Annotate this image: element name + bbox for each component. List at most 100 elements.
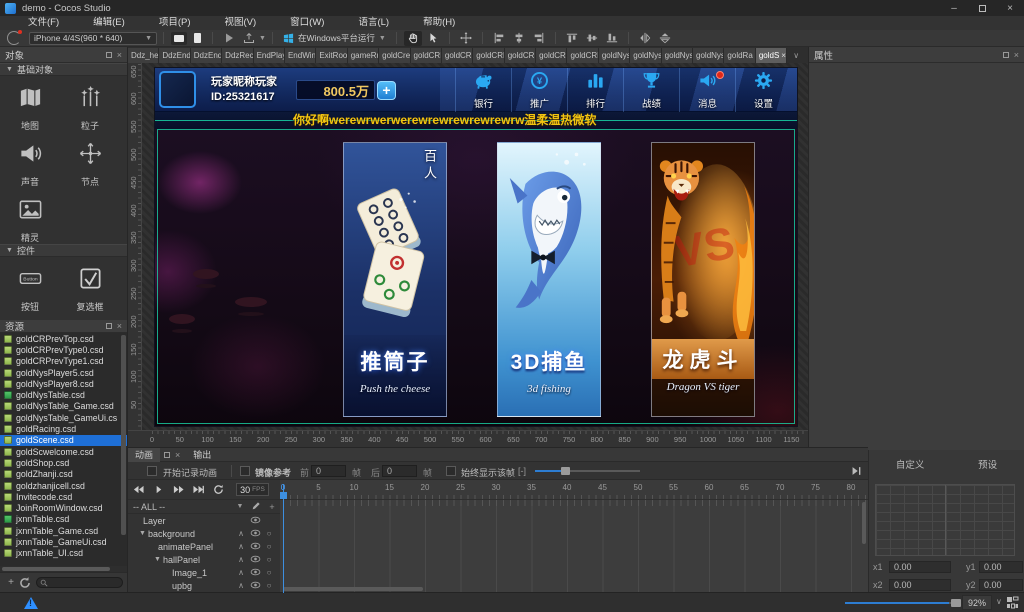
skip-start-icon[interactable] bbox=[128, 483, 148, 497]
panel-float-icon[interactable] bbox=[1002, 51, 1009, 58]
scene-nav-trophy[interactable]: 战绩 bbox=[623, 68, 679, 112]
document-tab-goldNys[interactable]: goldNys bbox=[630, 48, 662, 63]
scene-nav-yen[interactable]: ¥ 推广 bbox=[511, 68, 567, 112]
x1-input[interactable]: 0.00 bbox=[889, 561, 951, 573]
panel-close-icon[interactable]: × bbox=[175, 450, 180, 459]
frame-ruler[interactable]: 0 5 10 15 20 25 30 35 40 45 50 55 60 65 70 75 80 bbox=[280, 480, 868, 500]
play-icon[interactable] bbox=[148, 483, 168, 497]
caret-up-icon[interactable]: ∧ bbox=[234, 555, 248, 564]
document-tab-goldNys[interactable]: goldNys bbox=[693, 48, 725, 63]
tab-animation[interactable]: 动画 bbox=[128, 447, 161, 462]
resource-file-row[interactable]: goldCRPrevType0.csd bbox=[0, 344, 127, 355]
play-button[interactable] bbox=[220, 31, 238, 46]
document-tab-gameRu[interactable]: gameRu bbox=[347, 48, 380, 63]
timeline-layer-hallPanel[interactable]: ▼ hallPanel ∧ ○ bbox=[128, 553, 280, 566]
timeline-layer-animatePanel[interactable]: animatePanel ∧ ○ bbox=[128, 540, 280, 553]
lock-circle-icon[interactable]: ○ bbox=[262, 542, 276, 551]
frames-horizontal-scrollbar[interactable] bbox=[283, 587, 423, 591]
document-tab-goldRa[interactable]: goldRa bbox=[724, 48, 756, 63]
zoom-slider[interactable] bbox=[845, 599, 961, 607]
timeline-layer-background[interactable]: ▼ background ∧ ○ bbox=[128, 527, 280, 540]
document-tab-goldNys[interactable]: goldNys bbox=[661, 48, 694, 63]
palette-item-button[interactable]: Button 按钮 bbox=[0, 266, 60, 313]
scene-nav-chart[interactable]: 排行 bbox=[567, 68, 623, 112]
game-scene[interactable]: 玩家昵称玩家 ID:25321617 800.5万 + 银行 ¥ 推广 排行 战绩 消息 设… bbox=[155, 68, 797, 426]
publish-chevron-icon[interactable]: ▼ bbox=[259, 35, 266, 42]
expand-icon[interactable]: ▼ bbox=[153, 556, 162, 563]
fast-forward-icon[interactable] bbox=[168, 483, 188, 497]
tab-custom[interactable]: 自定义 bbox=[896, 457, 925, 471]
warning-icon[interactable] bbox=[24, 597, 38, 609]
minimize-button[interactable]: – bbox=[940, 0, 968, 16]
resource-file-row[interactable]: goldNysTable_GameUi.cs bbox=[0, 412, 127, 423]
hand-tool-icon[interactable] bbox=[403, 30, 422, 46]
resource-file-row[interactable]: goldShop.csd bbox=[0, 457, 127, 468]
caret-up-icon[interactable]: ∧ bbox=[234, 581, 248, 590]
align-right-icon[interactable] bbox=[530, 31, 548, 46]
tab-preset[interactable]: 预设 bbox=[978, 457, 997, 471]
loop-icon[interactable] bbox=[208, 483, 228, 497]
resource-file-row[interactable]: jxnnTable_Game.csd bbox=[0, 525, 127, 536]
menu-item-6[interactable]: 帮助(H) bbox=[413, 16, 465, 30]
cocos-notification-icon[interactable] bbox=[7, 30, 22, 45]
playhead[interactable] bbox=[280, 484, 287, 593]
document-tab-DdzRecc[interactable]: DdzRecc bbox=[222, 48, 254, 63]
lock-circle-icon[interactable]: ○ bbox=[262, 529, 276, 538]
canvas-viewport[interactable]: 玩家昵称玩家 ID:25321617 800.5万 + 银行 ¥ 推广 排行 战绩 消息 设… bbox=[142, 63, 808, 430]
document-tab-EndPlay[interactable]: EndPlay bbox=[253, 48, 285, 63]
add-money-button[interactable]: + bbox=[377, 81, 396, 100]
align-top-icon[interactable] bbox=[563, 31, 581, 46]
menu-item-0[interactable]: 文件(F) bbox=[18, 16, 69, 30]
resource-file-row[interactable]: goldZhanji.csd bbox=[0, 469, 127, 480]
document-tab-DdzEndI[interactable]: DdzEndI bbox=[159, 48, 191, 63]
document-tab-goldCre[interactable]: goldCre bbox=[379, 48, 411, 63]
add-resource-button[interactable]: + bbox=[4, 577, 18, 589]
panel-close-icon[interactable]: × bbox=[117, 322, 122, 331]
curve-grid[interactable] bbox=[875, 484, 1015, 556]
portrait-orientation-button[interactable] bbox=[189, 32, 205, 45]
skip-end-icon[interactable] bbox=[188, 483, 208, 497]
panel-float-icon[interactable] bbox=[105, 323, 112, 329]
caret-up-icon[interactable]: ∧ bbox=[234, 542, 248, 551]
record-animation-checkbox[interactable] bbox=[147, 466, 157, 476]
document-tab-EndWin[interactable]: EndWin bbox=[284, 48, 317, 63]
palette-item-sprite[interactable]: 精灵 bbox=[0, 197, 60, 244]
panel-float-icon[interactable] bbox=[105, 51, 112, 58]
visibility-eye-icon[interactable] bbox=[248, 555, 262, 565]
add-animation-icon[interactable]: + bbox=[264, 502, 280, 512]
keyframe-area[interactable] bbox=[280, 500, 868, 593]
document-tab-goldCRP[interactable]: goldCRP bbox=[536, 48, 568, 63]
landscape-orientation-button[interactable] bbox=[171, 31, 187, 45]
refresh-resources-button[interactable] bbox=[18, 576, 32, 589]
section-header-1[interactable]: ▼ 控件 bbox=[0, 244, 127, 257]
lock-circle-icon[interactable]: ○ bbox=[262, 568, 276, 577]
menu-item-1[interactable]: 编辑(E) bbox=[83, 16, 135, 30]
resource-file-row[interactable]: goldCRPrevTop.csd bbox=[0, 333, 127, 344]
section-collapse-icon[interactable]: ▼ bbox=[6, 247, 13, 254]
palette-item-node[interactable]: 节点 bbox=[60, 141, 120, 188]
visibility-eye-icon[interactable] bbox=[248, 542, 262, 552]
always-show-frame-checkbox[interactable] bbox=[446, 466, 456, 476]
resources-horizontal-scrollbar[interactable] bbox=[0, 566, 127, 572]
lock-circle-icon[interactable]: ○ bbox=[262, 581, 276, 590]
lock-circle-icon[interactable]: ○ bbox=[262, 555, 276, 564]
section-header-0[interactable]: ▼ 基础对象 bbox=[0, 63, 127, 76]
animation-filter-select[interactable]: -- ALL -- bbox=[128, 502, 232, 512]
maximize-button[interactable] bbox=[968, 0, 996, 16]
visibility-eye-icon[interactable] bbox=[248, 516, 262, 526]
resource-file-row[interactable]: jxnnTable_GameUi.csd bbox=[0, 536, 127, 547]
align-center-h-icon[interactable] bbox=[510, 31, 528, 46]
close-tab-icon[interactable]: × bbox=[781, 48, 786, 63]
move-tool-icon[interactable] bbox=[457, 31, 475, 46]
palette-item-particle[interactable]: 粒子 bbox=[60, 85, 120, 132]
resource-file-row[interactable]: Invitecode.csd bbox=[0, 491, 127, 502]
resource-file-row[interactable]: goldNysPlayer5.csd bbox=[0, 367, 127, 378]
frames-after-input[interactable]: 0 bbox=[382, 465, 417, 477]
resource-file-row[interactable]: goldNysPlayer8.csd bbox=[0, 378, 127, 389]
timeline-zoom-fit-icon[interactable]: [-] bbox=[518, 466, 526, 476]
document-tab-DdzEndV[interactable]: DdzEndV bbox=[190, 48, 223, 63]
workspace-layout-icon[interactable] bbox=[1006, 596, 1019, 609]
resource-file-row[interactable]: jxnnTable_UI.csd bbox=[0, 548, 127, 559]
palette-item-checkbox[interactable]: 复选框 bbox=[60, 266, 120, 313]
scene-nav-gear[interactable]: 设置 bbox=[735, 68, 791, 112]
